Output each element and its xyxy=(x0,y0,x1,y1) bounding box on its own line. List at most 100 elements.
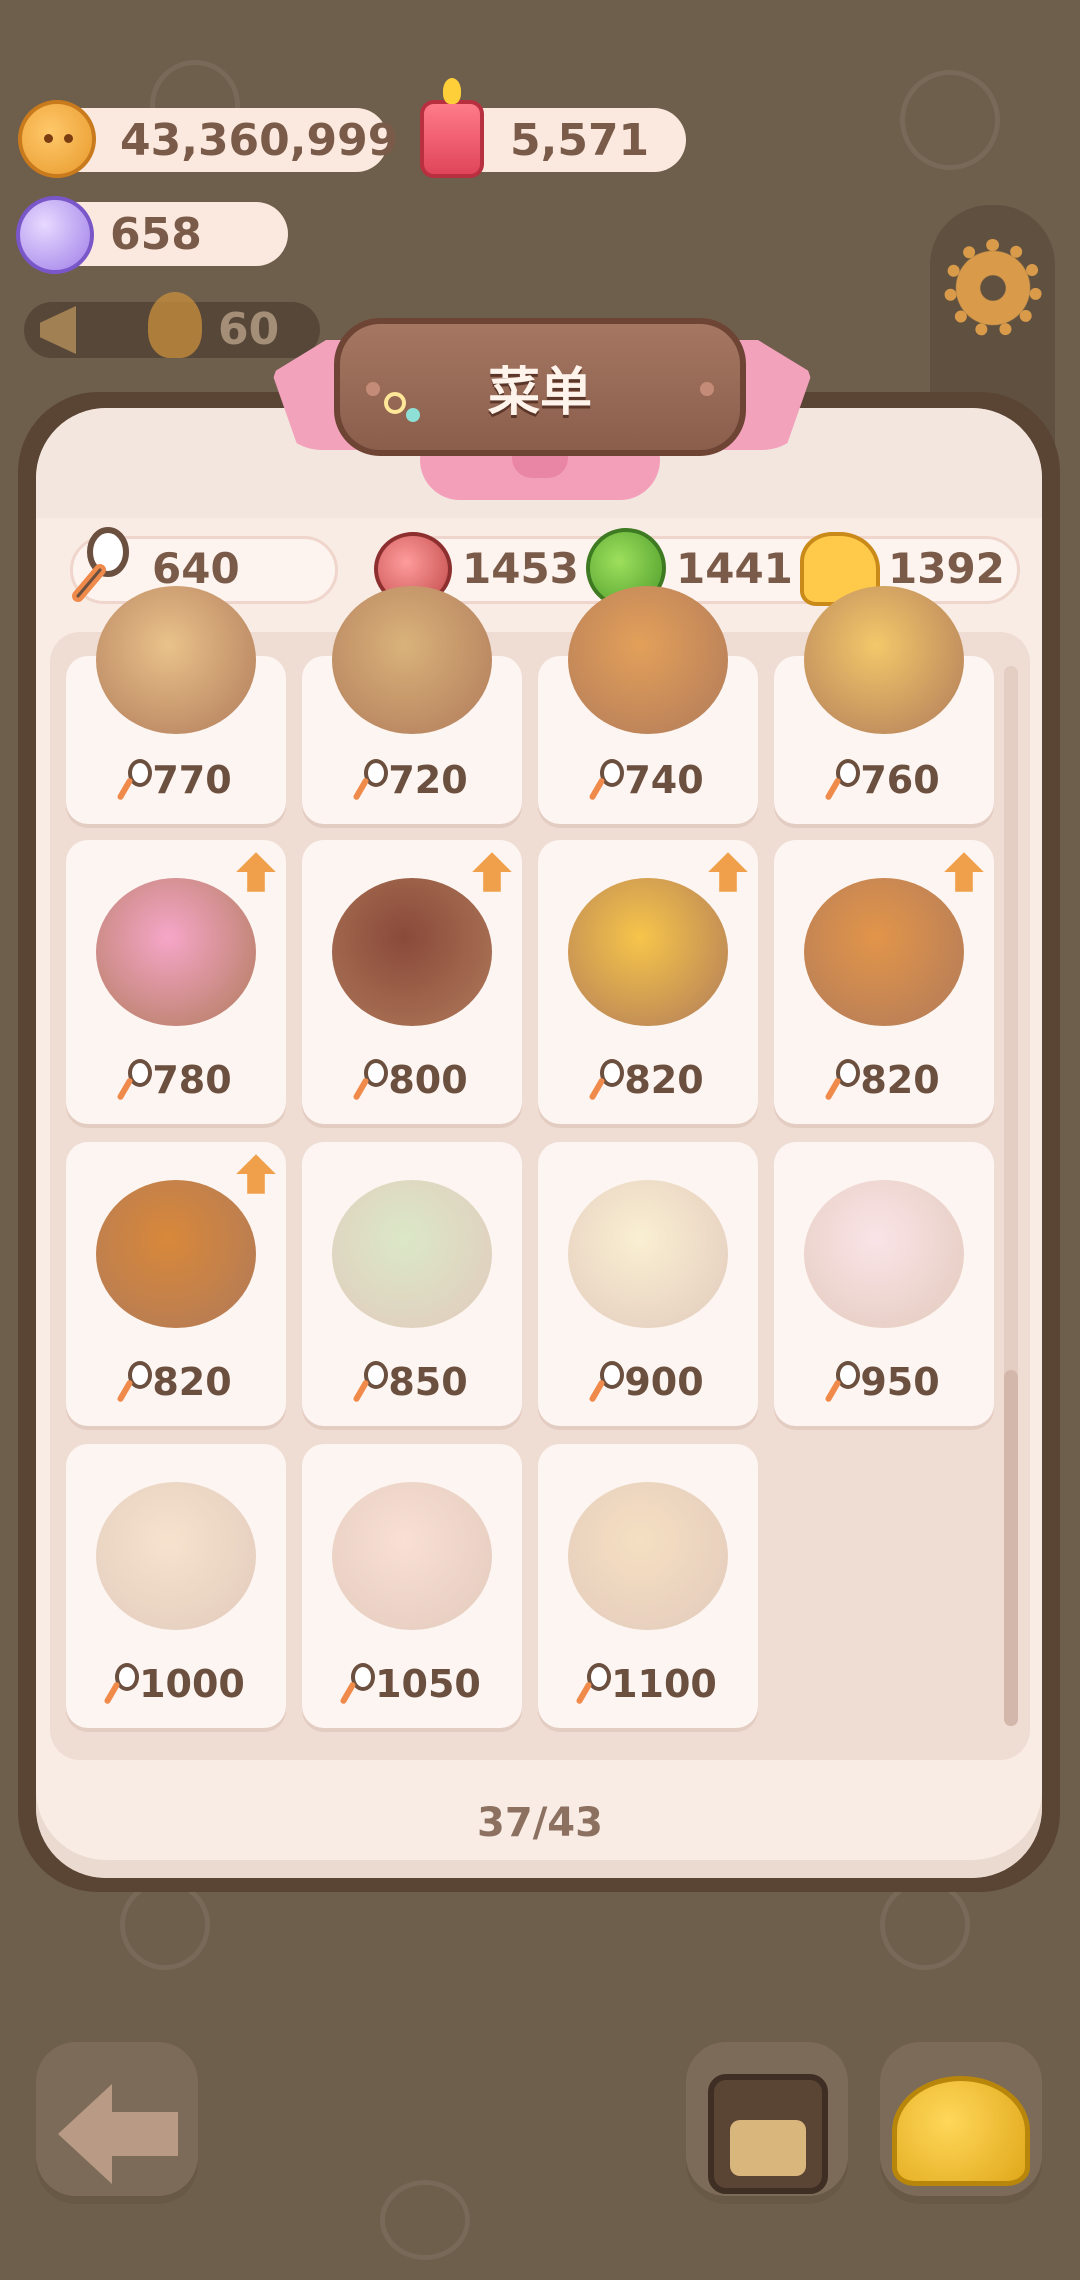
dish-image xyxy=(568,878,728,1026)
dish-price: 1050 xyxy=(302,1662,522,1706)
dish-price: 770 xyxy=(66,758,286,802)
meat-count: 1453 xyxy=(462,544,579,593)
upgrade-arrow-icon[interactable] xyxy=(944,852,984,892)
dish-image xyxy=(96,1482,256,1630)
candle-count: 5,571 xyxy=(510,114,650,166)
dish-card[interactable]: 820 xyxy=(66,1142,286,1426)
dish-image xyxy=(332,1180,492,1328)
dish-price: 760 xyxy=(774,758,994,802)
dish-image xyxy=(568,586,728,734)
spoon-icon xyxy=(120,1059,153,1101)
gem-count: 658 xyxy=(110,208,202,260)
spoon-icon xyxy=(579,1663,612,1705)
dish-card[interactable]: 800 xyxy=(302,840,522,1124)
title-plate: 菜单 xyxy=(334,318,746,456)
dish-price-value: 770 xyxy=(152,758,232,802)
dish-price: 800 xyxy=(302,1058,522,1102)
gear-icon[interactable] xyxy=(944,239,1042,337)
dish-price-value: 760 xyxy=(860,758,940,802)
dish-image xyxy=(96,878,256,1026)
dish-price: 820 xyxy=(774,1058,994,1102)
plate-rivet xyxy=(366,382,380,396)
dish-card[interactable]: 760 xyxy=(774,586,994,824)
candle-icon xyxy=(420,78,484,178)
cheese-count: 1392 xyxy=(888,544,1005,593)
dish-card[interactable]: 740 xyxy=(538,586,758,824)
spoon-icon xyxy=(356,1361,389,1403)
dish-image xyxy=(568,1482,728,1630)
background-doodle xyxy=(880,1880,970,1970)
dish-card[interactable]: 770 xyxy=(66,586,286,824)
dish-image xyxy=(332,1482,492,1630)
spoon-icon xyxy=(120,759,153,801)
dish-price: 900 xyxy=(538,1360,758,1404)
plate-dot-decoration xyxy=(406,408,420,422)
spoon-icon xyxy=(72,527,129,602)
spoon-icon xyxy=(343,1663,376,1705)
dish-price: 850 xyxy=(302,1360,522,1404)
dish-price: 720 xyxy=(302,758,522,802)
dish-price-value: 800 xyxy=(388,1058,468,1102)
dish-image xyxy=(804,878,964,1026)
spoon-icon xyxy=(356,759,389,801)
dish-card[interactable]: 820 xyxy=(538,840,758,1124)
dish-price: 820 xyxy=(538,1058,758,1102)
plate-ring-decoration xyxy=(384,392,406,414)
spoon-icon xyxy=(592,1059,625,1101)
dish-image xyxy=(332,586,492,734)
spoon-icon xyxy=(828,759,861,801)
upgrade-arrow-icon[interactable] xyxy=(472,852,512,892)
spoon-icon xyxy=(828,1059,861,1101)
spoon-icon xyxy=(828,1361,861,1403)
background-doodle xyxy=(900,70,1000,170)
dish-card[interactable]: 1050 xyxy=(302,1444,522,1728)
plate-rivet xyxy=(700,382,714,396)
helper-count: 60 xyxy=(218,304,280,355)
dish-card[interactable]: 780 xyxy=(66,840,286,1124)
background-doodle xyxy=(120,1880,210,1970)
dish-price: 950 xyxy=(774,1360,994,1404)
dish-price-value: 1050 xyxy=(375,1662,481,1706)
background-doodle xyxy=(380,2180,470,2260)
spoon-icon xyxy=(356,1059,389,1101)
scrollbar-thumb[interactable] xyxy=(1004,1370,1018,1726)
dish-price-value: 820 xyxy=(624,1058,704,1102)
dish-image xyxy=(804,1180,964,1328)
spoon-icon xyxy=(592,1361,625,1403)
dish-card[interactable]: 900 xyxy=(538,1142,758,1426)
dish-card[interactable]: 950 xyxy=(774,1142,994,1426)
dish-image xyxy=(804,586,964,734)
dish-image xyxy=(568,1180,728,1328)
dish-card[interactable]: 820 xyxy=(774,840,994,1124)
upgrade-arrow-icon[interactable] xyxy=(236,852,276,892)
dish-image xyxy=(332,878,492,1026)
spoon-icon xyxy=(107,1663,140,1705)
dish-card[interactable]: 1100 xyxy=(538,1444,758,1728)
cookie-icon xyxy=(18,100,96,178)
dish-card[interactable]: 850 xyxy=(302,1142,522,1426)
dish-image xyxy=(96,586,256,734)
upgrade-arrow-icon[interactable] xyxy=(236,1154,276,1194)
dish-price-value: 1100 xyxy=(611,1662,717,1706)
dish-price-value: 1000 xyxy=(139,1662,245,1706)
dish-price-value: 900 xyxy=(624,1360,704,1404)
gem-icon xyxy=(16,196,94,274)
dish-price: 780 xyxy=(66,1058,286,1102)
upgrade-arrow-icon[interactable] xyxy=(708,852,748,892)
dish-price: 820 xyxy=(66,1360,286,1404)
dish-price-value: 850 xyxy=(388,1360,468,1404)
dish-card[interactable]: 1000 xyxy=(66,1444,286,1728)
cookie-count: 43,360,999 xyxy=(120,114,399,166)
unlock-progress: 37/43 xyxy=(477,1800,603,1846)
dish-price-value: 950 xyxy=(860,1360,940,1404)
dish-price: 1000 xyxy=(66,1662,286,1706)
page-title: 菜单 xyxy=(487,362,592,423)
spoon-icon xyxy=(592,759,625,801)
dish-price-value: 740 xyxy=(624,758,704,802)
gingerbread-icon xyxy=(148,292,202,358)
dish-image xyxy=(96,1180,256,1328)
dish-price-value: 820 xyxy=(152,1360,232,1404)
oven-icon xyxy=(708,2074,828,2194)
dish-price-value: 820 xyxy=(860,1058,940,1102)
dish-card[interactable]: 720 xyxy=(302,586,522,824)
